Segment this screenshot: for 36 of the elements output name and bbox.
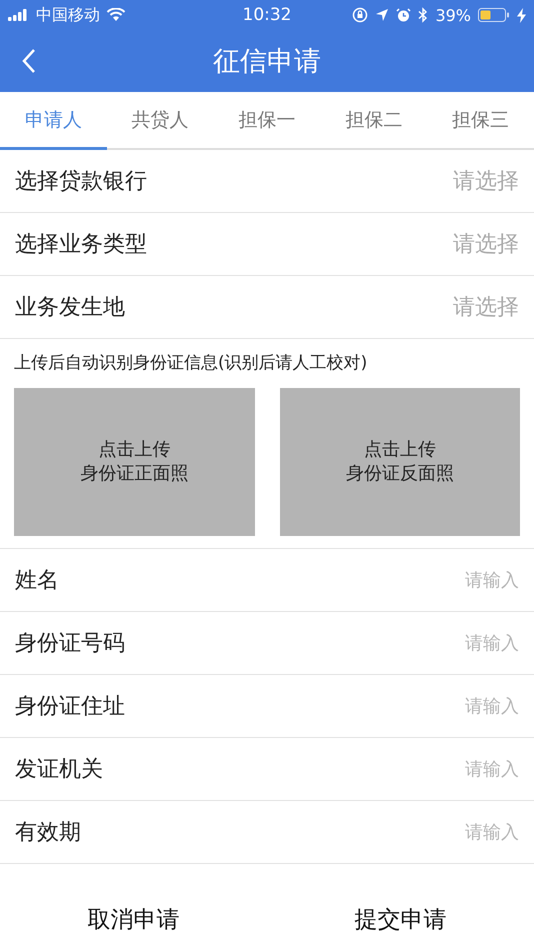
- tab[interactable]: 担保二: [320, 92, 428, 150]
- upload-caption: 上传后自动识别身份证信息(识别后请人工校对): [14, 352, 368, 374]
- charging-icon: [517, 8, 526, 22]
- battery-percent: 39%: [435, 6, 471, 24]
- page-title: 征信申请: [213, 45, 321, 79]
- select-placeholder: 请选择: [453, 231, 519, 259]
- field-label: 身份证号码: [15, 630, 125, 658]
- tab[interactable]: 共贷人: [106, 92, 214, 150]
- tab[interactable]: 担保三: [427, 92, 534, 150]
- upload-area[interactable]: 点击上传 身份证正面照: [14, 388, 254, 536]
- location-icon: [375, 8, 390, 22]
- field-label: 业务发生地: [15, 294, 125, 322]
- bluetooth-icon: [418, 7, 428, 23]
- select-row[interactable]: 业务发生地 请选择: [0, 276, 534, 339]
- select-placeholder: 请选择: [453, 168, 519, 196]
- field-label: 身份证住址: [15, 693, 125, 721]
- field-label: 发证机关: [15, 756, 103, 784]
- field-label: 姓名: [15, 567, 59, 595]
- upload-area[interactable]: 点击上传 身份证反面照: [280, 388, 520, 536]
- tab[interactable]: 担保一: [214, 92, 320, 150]
- tab[interactable]: 申请人: [0, 92, 107, 150]
- rotation-lock-icon: [352, 7, 368, 23]
- field-label: 选择贷款银行: [15, 168, 147, 196]
- field-label: 有效期: [15, 819, 81, 847]
- status-time: 10:32: [242, 5, 292, 25]
- wifi-icon: [106, 8, 126, 22]
- alarm-icon: [396, 8, 412, 22]
- battery-icon: [478, 8, 510, 22]
- footer-button[interactable]: 取消申请: [0, 888, 267, 950]
- back-icon: [22, 48, 36, 74]
- select-row[interactable]: 选择贷款银行 请选择: [0, 150, 534, 213]
- select-placeholder: 请选择: [453, 294, 519, 322]
- select-row[interactable]: 选择业务类型 请选择: [0, 213, 534, 276]
- field-label: 选择业务类型: [15, 231, 147, 259]
- footer-button[interactable]: 提交申请: [267, 888, 534, 950]
- carrier-name: 中国移动: [36, 4, 100, 26]
